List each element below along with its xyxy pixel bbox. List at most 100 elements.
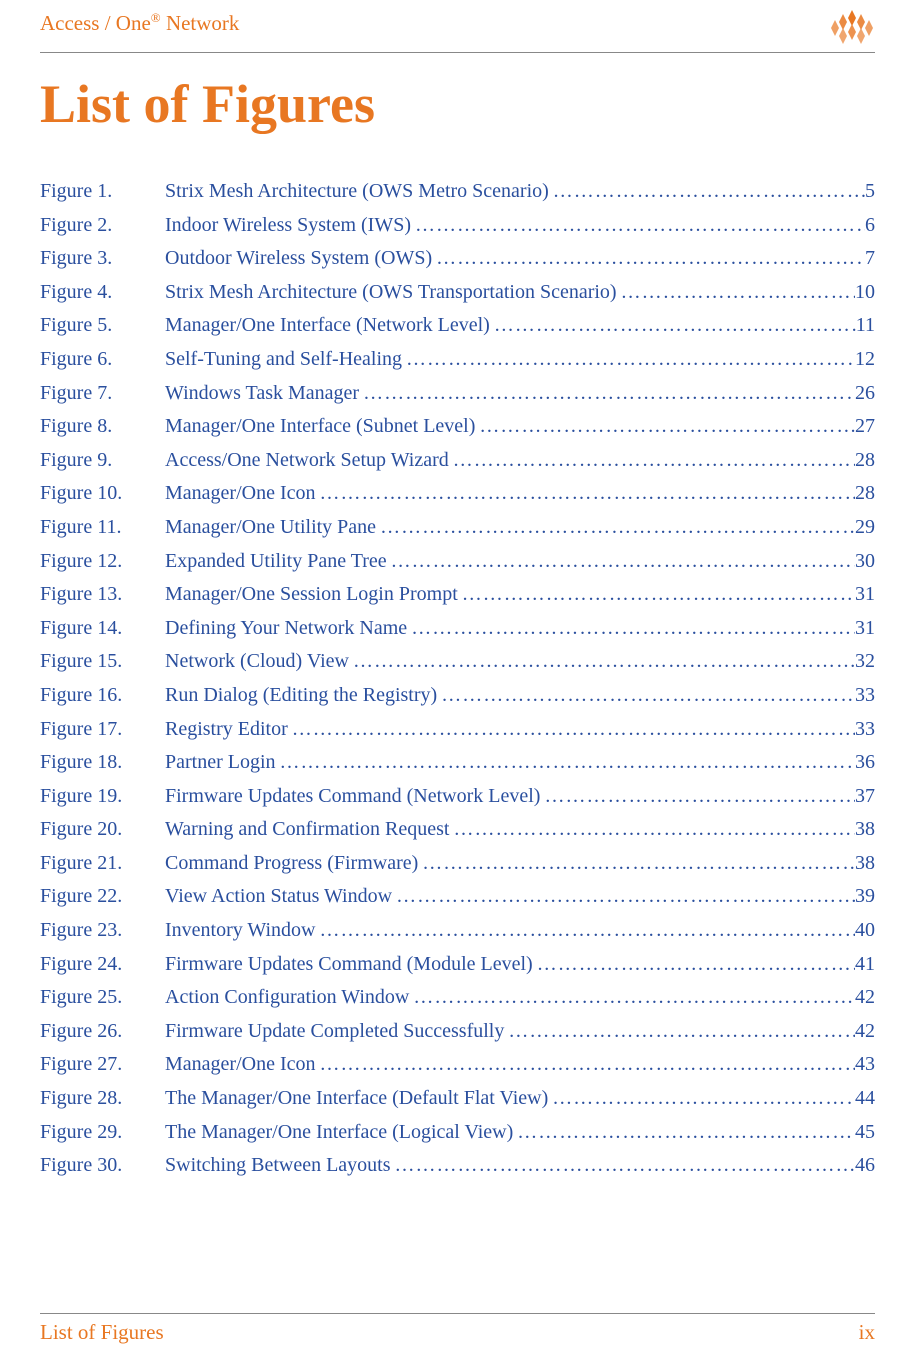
leader-dots bbox=[407, 612, 855, 646]
figure-text: Manager/One Interface (Subnet Level) bbox=[165, 410, 475, 444]
figure-text: The Manager/One Interface (Logical View) bbox=[165, 1116, 513, 1150]
figure-entry[interactable]: Figure 10.Manager/One Icon28 bbox=[40, 477, 875, 511]
figure-entry[interactable]: Figure 5.Manager/One Interface (Network … bbox=[40, 309, 875, 343]
figure-text: Partner Login bbox=[165, 746, 276, 780]
figure-entry[interactable]: Figure 15.Network (Cloud) View32 bbox=[40, 645, 875, 679]
figure-entry[interactable]: Figure 6.Self-Tuning and Self-Healing12 bbox=[40, 343, 875, 377]
figure-entry[interactable]: Figure 8.Manager/One Interface (Subnet L… bbox=[40, 410, 875, 444]
figure-label: Figure 13. bbox=[40, 578, 165, 612]
figure-entry[interactable]: Figure 22.View Action Status Window 39 bbox=[40, 880, 875, 914]
figure-label: Figure 12. bbox=[40, 545, 165, 579]
header-product-name: Access / One® Network bbox=[40, 10, 239, 36]
leader-dots bbox=[490, 309, 856, 343]
figure-label: Figure 11. bbox=[40, 511, 165, 545]
figure-label: Figure 17. bbox=[40, 713, 165, 747]
figure-entry[interactable]: Figure 18.Partner Login36 bbox=[40, 746, 875, 780]
figure-page: 37 bbox=[855, 780, 875, 814]
figure-entry[interactable]: Figure 11.Manager/One Utility Pane29 bbox=[40, 511, 875, 545]
figure-text: Defining Your Network Name bbox=[165, 612, 407, 646]
figure-entry[interactable]: Figure 2.Indoor Wireless System (IWS)6 bbox=[40, 209, 875, 243]
figure-entry[interactable]: Figure 9.Access/One Network Setup Wizard… bbox=[40, 444, 875, 478]
figure-text: Outdoor Wireless System (OWS) bbox=[165, 242, 432, 276]
figure-label: Figure 23. bbox=[40, 914, 165, 948]
figure-label: Figure 29. bbox=[40, 1116, 165, 1150]
leader-dots bbox=[387, 545, 855, 579]
figure-text: Network (Cloud) View bbox=[165, 645, 349, 679]
figures-list: Figure 1.Strix Mesh Architecture (OWS Me… bbox=[40, 175, 875, 1183]
leader-dots bbox=[316, 477, 856, 511]
leader-dots bbox=[316, 1048, 856, 1082]
figure-label: Figure 10. bbox=[40, 477, 165, 511]
figure-text: Firmware Updates Command (Network Level) bbox=[165, 780, 540, 814]
figure-entry[interactable]: Figure 13.Manager/One Session Login Prom… bbox=[40, 578, 875, 612]
figure-text: Warning and Confirmation Request bbox=[165, 813, 449, 847]
figure-entry[interactable]: Figure 29.The Manager/One Interface (Log… bbox=[40, 1116, 875, 1150]
figure-page: 42 bbox=[855, 1015, 875, 1049]
figure-page: 33 bbox=[855, 679, 875, 713]
figure-entry[interactable]: Figure 14.Defining Your Network Name31 bbox=[40, 612, 875, 646]
leader-dots bbox=[288, 713, 855, 747]
figure-text: Switching Between Layouts bbox=[165, 1149, 391, 1183]
figure-label: Figure 30. bbox=[40, 1149, 165, 1183]
figure-entry[interactable]: Figure 30.Switching Between Layouts46 bbox=[40, 1149, 875, 1183]
figure-text: Strix Mesh Architecture (OWS Metro Scena… bbox=[165, 175, 549, 209]
figure-page: 31 bbox=[855, 578, 875, 612]
figure-label: Figure 8. bbox=[40, 410, 165, 444]
leader-dots bbox=[437, 679, 855, 713]
page-header: Access / One® Network bbox=[40, 0, 875, 53]
figure-entry[interactable]: Figure 21.Command Progress (Firmware)38 bbox=[40, 847, 875, 881]
figure-label: Figure 27. bbox=[40, 1048, 165, 1082]
figure-entry[interactable]: Figure 26.Firmware Update Completed Succ… bbox=[40, 1015, 875, 1049]
figure-entry[interactable]: Figure 7.Windows Task Manager26 bbox=[40, 377, 875, 411]
figure-label: Figure 21. bbox=[40, 847, 165, 881]
leader-dots bbox=[432, 242, 865, 276]
figure-entry[interactable]: Figure 16.Run Dialog (Editing the Regist… bbox=[40, 679, 875, 713]
figure-text: Firmware Update Completed Successfully bbox=[165, 1015, 504, 1049]
figure-page: 29 bbox=[855, 511, 875, 545]
leader-dots bbox=[315, 914, 855, 948]
figure-label: Figure 20. bbox=[40, 813, 165, 847]
figure-page: 10 bbox=[855, 276, 875, 310]
figure-entry[interactable]: Figure 3.Outdoor Wireless System (OWS)7 bbox=[40, 242, 875, 276]
leader-dots bbox=[411, 209, 865, 243]
figure-label: Figure 22. bbox=[40, 880, 165, 914]
figure-text: Strix Mesh Architecture (OWS Transportat… bbox=[165, 276, 617, 310]
figure-entry[interactable]: Figure 23.Inventory Window 40 bbox=[40, 914, 875, 948]
figure-page: 40 bbox=[855, 914, 875, 948]
figure-label: Figure 2. bbox=[40, 209, 165, 243]
figure-label: Figure 15. bbox=[40, 645, 165, 679]
figure-page: 26 bbox=[855, 377, 875, 411]
figure-entry[interactable]: Figure 20.Warning and Confirmation Reque… bbox=[40, 813, 875, 847]
figure-entry[interactable]: Figure 27.Manager/One Icon43 bbox=[40, 1048, 875, 1082]
figure-page: 28 bbox=[855, 444, 875, 478]
figure-label: Figure 9. bbox=[40, 444, 165, 478]
figure-page: 5 bbox=[865, 175, 875, 209]
figure-entry[interactable]: Figure 19.Firmware Updates Command (Netw… bbox=[40, 780, 875, 814]
figure-page: 28 bbox=[855, 477, 875, 511]
figure-label: Figure 24. bbox=[40, 948, 165, 982]
figure-label: Figure 16. bbox=[40, 679, 165, 713]
figure-entry[interactable]: Figure 24.Firmware Updates Command (Modu… bbox=[40, 948, 875, 982]
leader-dots bbox=[418, 847, 855, 881]
figure-entry[interactable]: Figure 12.Expanded Utility Pane Tree30 bbox=[40, 545, 875, 579]
figure-entry[interactable]: Figure 25.Action Configuration Window42 bbox=[40, 981, 875, 1015]
figure-page: 27 bbox=[855, 410, 875, 444]
figure-entry[interactable]: Figure 28.The Manager/One Interface (Def… bbox=[40, 1082, 875, 1116]
figure-label: Figure 6. bbox=[40, 343, 165, 377]
leader-dots bbox=[359, 377, 855, 411]
figure-entry[interactable]: Figure 1.Strix Mesh Architecture (OWS Me… bbox=[40, 175, 875, 209]
figure-text: View Action Status Window bbox=[165, 880, 392, 914]
figure-page: 39 bbox=[855, 880, 875, 914]
figure-page: 31 bbox=[855, 612, 875, 646]
figure-entry[interactable]: Figure 4.Strix Mesh Architecture (OWS Tr… bbox=[40, 276, 875, 310]
figure-text: Access/One Network Setup Wizard bbox=[165, 444, 449, 478]
figure-label: Figure 7. bbox=[40, 377, 165, 411]
figure-entry[interactable]: Figure 17.Registry Editor33 bbox=[40, 713, 875, 747]
figure-text: Run Dialog (Editing the Registry) bbox=[165, 679, 437, 713]
footer-left: List of Figures bbox=[40, 1320, 164, 1345]
leader-dots bbox=[409, 981, 855, 1015]
figure-page: 38 bbox=[855, 813, 875, 847]
figure-text: Inventory Window bbox=[165, 914, 315, 948]
figure-text: Manager/One Icon bbox=[165, 1048, 316, 1082]
figure-page: 33 bbox=[855, 713, 875, 747]
